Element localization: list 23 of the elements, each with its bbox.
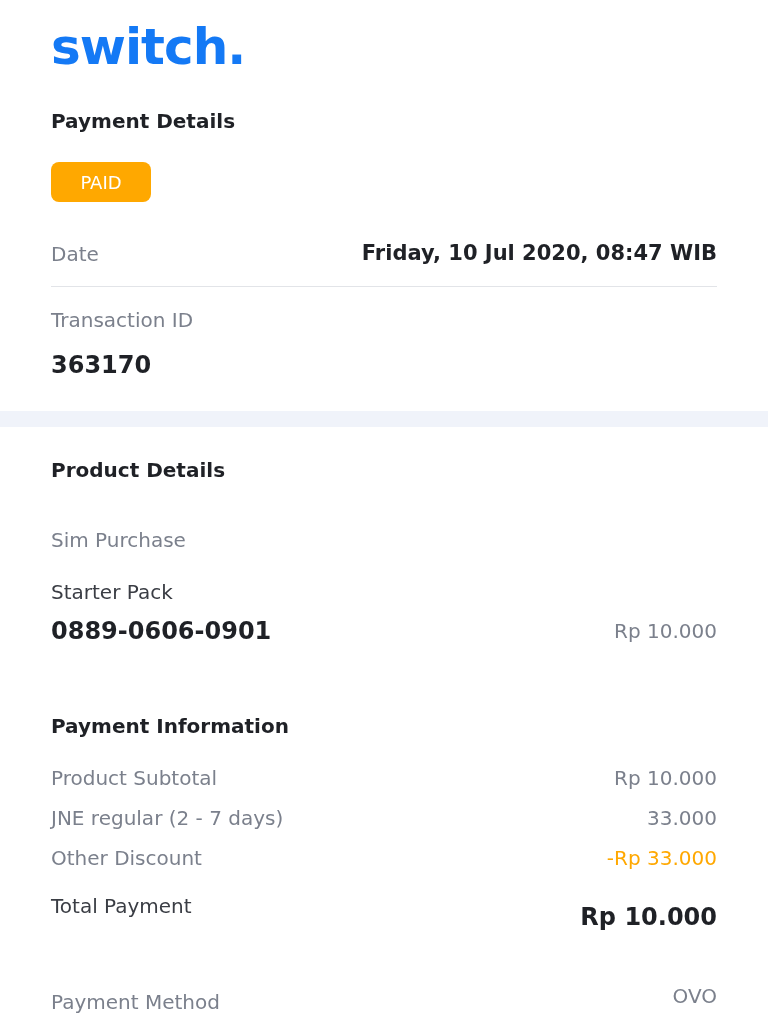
fee-value: 33.000 — [647, 804, 717, 832]
fee-value: -Rp 33.000 — [606, 844, 717, 872]
phone-number: 0889-0606-0901 — [51, 615, 272, 647]
date-value: Friday, 10 Jul 2020, 08:47 WIB — [361, 240, 717, 267]
fee-value: Rp 10.000 — [614, 764, 717, 792]
total-label: Total Payment — [51, 892, 192, 920]
section-title: Product Details — [51, 456, 226, 484]
product-name: Starter Pack — [51, 578, 173, 606]
transaction-label: Transaction ID — [51, 306, 194, 334]
product-price: Rp 10.000 — [614, 617, 717, 645]
status-badge: PAID — [51, 162, 151, 202]
method-value: OVO — [672, 982, 717, 1010]
fee-label: JNE regular (2 - 7 days) — [51, 804, 284, 832]
total-value: Rp 10.000 — [580, 901, 717, 933]
transaction-id: 363170 — [51, 349, 152, 381]
fee-label: Product Subtotal — [51, 764, 218, 792]
product-category: Sim Purchase — [51, 526, 186, 554]
logo: switch. — [51, 22, 246, 72]
date-label: Date — [51, 240, 99, 268]
method-label: Payment Method — [51, 988, 220, 1016]
section-title: Payment Details — [51, 108, 236, 135]
section-title: Payment Information — [51, 712, 289, 740]
fee-label: Other Discount — [51, 844, 202, 872]
